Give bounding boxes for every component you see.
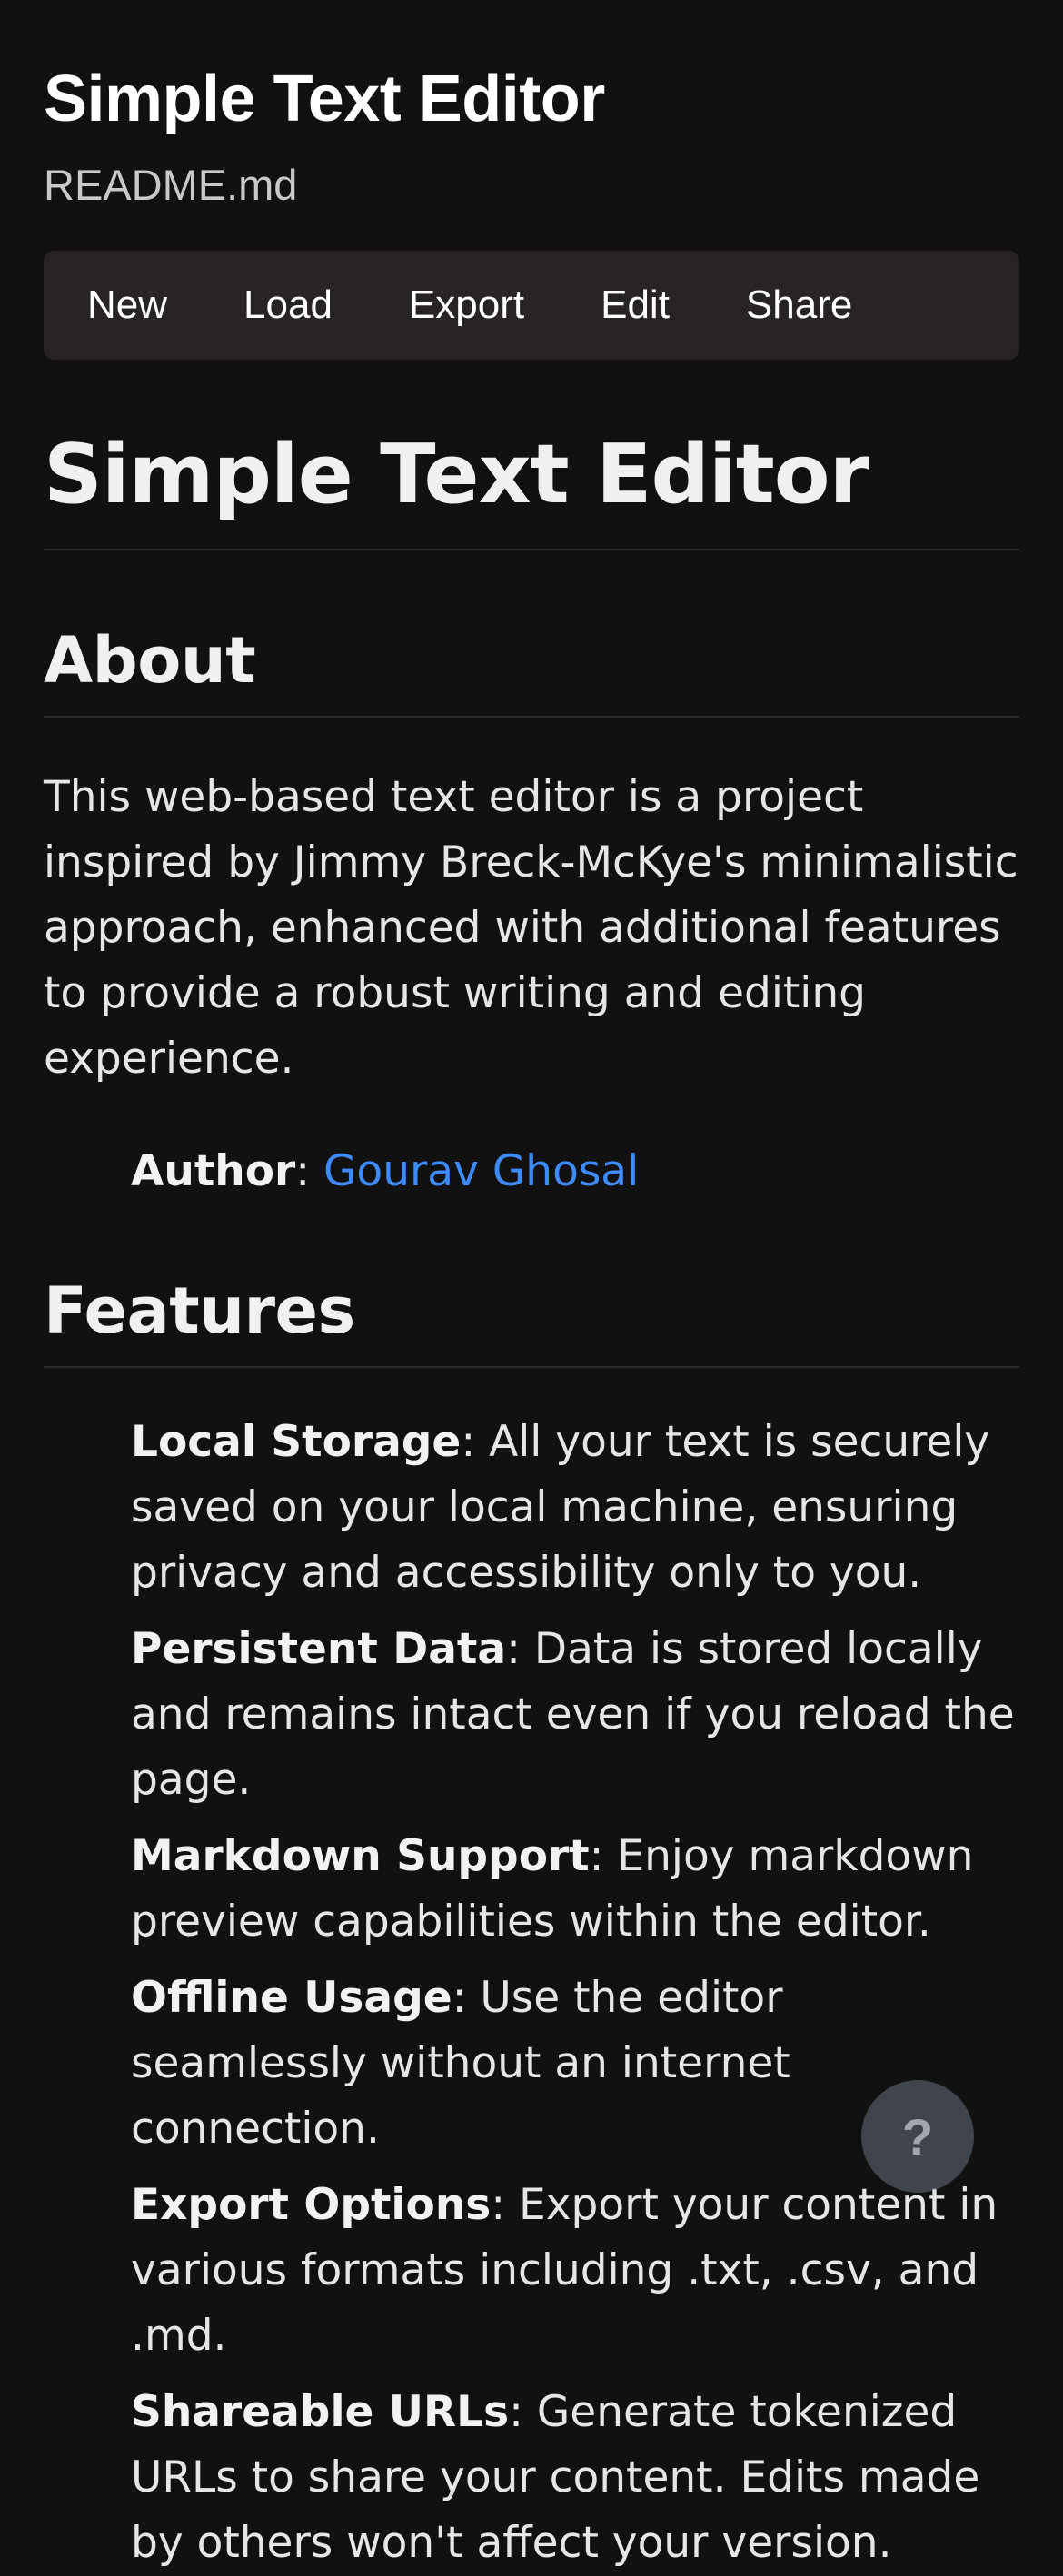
feature-name: Markdown Support <box>131 1831 590 1881</box>
feature-item: Markdown Support: Enjoy markdown preview… <box>131 1824 1019 1955</box>
feature-item: Persistent Data: Data is stored locally … <box>131 1617 1019 1813</box>
author-link[interactable]: Gourav Ghosal <box>323 1146 639 1196</box>
feature-name: Persistent Data <box>131 1624 507 1674</box>
help-button[interactable]: ? <box>861 2080 974 2193</box>
about-heading: About <box>44 623 256 698</box>
heading-divider <box>44 549 1019 550</box>
share-button[interactable]: Share <box>722 269 876 342</box>
author-line: Author: Gourav Ghosal <box>131 1139 1019 1204</box>
features-list: Local Storage: All your text is securely… <box>44 1410 1019 2576</box>
app-title: Simple Text Editor <box>44 63 605 135</box>
document-heading: Simple Text Editor <box>44 427 869 522</box>
author-separator: : <box>295 1146 324 1196</box>
load-button[interactable]: Load <box>220 269 356 342</box>
edit-button[interactable]: Edit <box>577 269 693 342</box>
toolbar: New Load Export Edit Share <box>44 251 1019 360</box>
feature-name: Offline Usage <box>131 1973 452 2023</box>
feature-name: Local Storage <box>131 1417 462 1467</box>
about-divider <box>44 716 1019 718</box>
feature-name: Shareable URLs <box>131 2387 510 2437</box>
new-button[interactable]: New <box>64 269 191 342</box>
feature-item: Local Storage: All your text is securely… <box>131 1410 1019 1606</box>
about-paragraph: This web-based text editor is a project … <box>44 772 1018 1084</box>
feature-name: Export Options <box>131 2180 492 2230</box>
question-mark-icon: ? <box>901 2107 934 2165</box>
author-label: Author <box>131 1146 296 1196</box>
features-heading: Features <box>44 1273 355 1348</box>
feature-item: Shareable URLs: Generate tokenized URLs … <box>131 2380 1019 2576</box>
export-button[interactable]: Export <box>385 269 548 342</box>
features-divider <box>44 1366 1019 1368</box>
file-name: README.md <box>44 161 298 209</box>
markdown-preview: Simple Text Editor About This web-based … <box>44 425 1019 2576</box>
feature-item: Export Options: Export your content in v… <box>131 2173 1019 2369</box>
